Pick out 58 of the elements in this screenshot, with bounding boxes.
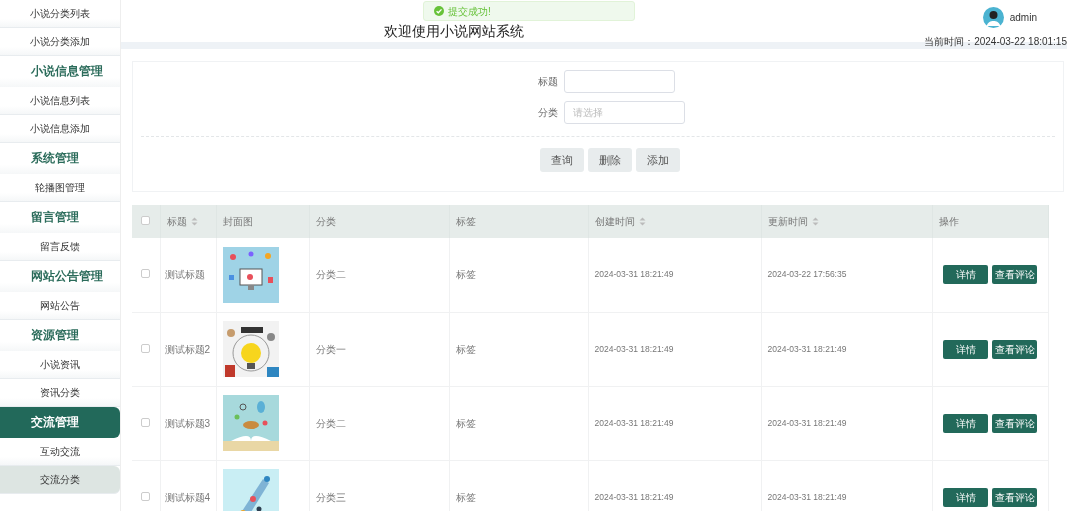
add-button[interactable]: 添加 — [636, 148, 680, 172]
title-text: 测试标题 — [164, 269, 205, 281]
category-text: 分类二 — [315, 417, 346, 429]
column-header: 封面图 — [222, 215, 253, 229]
row-checkbox[interactable] — [141, 417, 151, 427]
detail-button[interactable]: 详情 — [943, 487, 988, 507]
title-text: 测试标题3 — [164, 417, 211, 429]
username[interactable]: admin — [1009, 10, 1037, 25]
search-button[interactable]: 查询 — [540, 148, 584, 172]
comments-button[interactable]: 查看评论 — [992, 487, 1037, 507]
column-header[interactable]: 更新时间 — [767, 214, 819, 229]
column-header: 操作 — [938, 215, 959, 229]
category-text: 分类一 — [315, 343, 346, 355]
row-checkbox[interactable] — [141, 491, 151, 501]
select-all-checkbox[interactable] — [141, 216, 151, 225]
time-label: 当前时间： — [924, 36, 975, 47]
comments-button[interactable]: 查看评论 — [992, 265, 1037, 285]
created-time: 2024-03-31 18:21:49 — [594, 343, 674, 354]
page-title: 欢迎使用小说网站系统 — [384, 23, 524, 39]
comments-button[interactable]: 查看评论 — [992, 413, 1037, 433]
menu-item[interactable]: 交流分类 — [0, 466, 120, 494]
row-checkbox[interactable] — [141, 269, 151, 279]
title-text: 测试标题4 — [164, 491, 211, 503]
tag-text: 标签 — [455, 491, 476, 503]
input-field[interactable] — [563, 70, 675, 93]
created-time: 2024-03-31 18:21:49 — [594, 491, 674, 502]
row-checkbox[interactable] — [141, 343, 151, 353]
updated-time: 2024-03-31 18:21:49 — [767, 417, 847, 428]
avatar — [982, 7, 1004, 28]
column-header: 分类 — [315, 215, 336, 229]
updated-time: 2024-03-31 18:21:49 — [767, 491, 847, 502]
tag-text: 标签 — [455, 269, 476, 281]
sort-icon — [190, 217, 198, 226]
created-time: 2024-03-31 18:21:49 — [594, 417, 674, 428]
category-text: 分类三 — [315, 491, 346, 503]
toast-message: 提交成功! — [448, 4, 491, 19]
sort-icon — [638, 217, 646, 226]
success-icon — [434, 6, 444, 16]
comments-button[interactable]: 查看评论 — [992, 339, 1037, 359]
updated-time: 2024-03-22 17:56:35 — [767, 269, 847, 280]
category-text: 分类二 — [315, 269, 346, 281]
detail-button[interactable]: 详情 — [943, 339, 988, 359]
detail-button[interactable]: 详情 — [943, 265, 988, 285]
created-time: 2024-03-31 18:21:49 — [594, 269, 674, 280]
menu-group[interactable]: 交流管理 — [0, 407, 120, 438]
tag-text: 标签 — [455, 417, 476, 429]
column-header: 标签 — [455, 215, 476, 229]
tag-text: 标签 — [455, 343, 476, 355]
sort-icon — [811, 217, 819, 226]
updated-time: 2024-03-31 18:21:49 — [767, 343, 847, 354]
field-label: 标题 — [536, 75, 558, 89]
select-field[interactable]: 请选择 — [563, 101, 685, 124]
title-text: 测试标题2 — [164, 343, 211, 355]
detail-button[interactable]: 详情 — [943, 413, 988, 433]
delete-button[interactable]: 删除 — [588, 148, 632, 172]
column-header[interactable]: 创建时间 — [594, 214, 646, 229]
current-time: 2024-03-22 18:01:15 — [974, 36, 1067, 47]
field-label: 分类 — [536, 106, 558, 120]
